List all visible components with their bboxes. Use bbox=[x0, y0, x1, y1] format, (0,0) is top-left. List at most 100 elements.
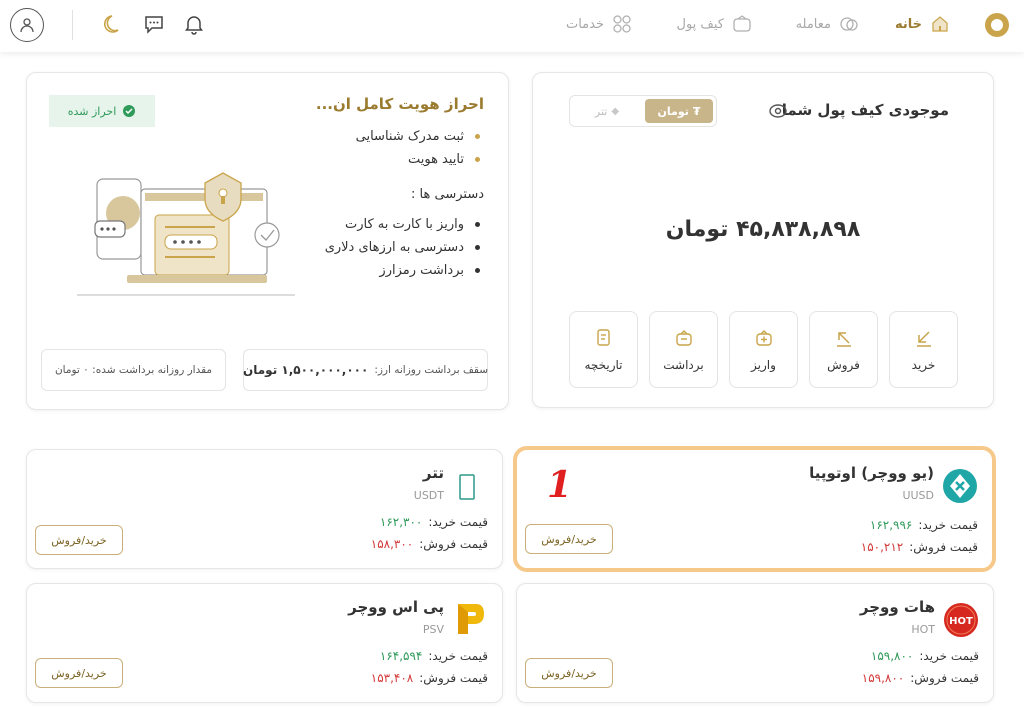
daily-limit-label: سقف برداشت روزانه ارز: bbox=[374, 364, 488, 376]
kyc-steps: ثبت مدرک شناسایی تایید هویت bbox=[356, 125, 481, 171]
buy-price: قیمت خرید: ۱۶۲,۳۰۰ bbox=[380, 515, 488, 529]
home-icon bbox=[932, 16, 948, 32]
tether-logo-icon bbox=[459, 474, 475, 500]
sell-price-label: قیمت فروش: bbox=[910, 671, 979, 685]
sell-label: فروش bbox=[827, 357, 860, 372]
trade-icon bbox=[840, 17, 858, 31]
chat-icon[interactable] bbox=[141, 11, 167, 37]
sell-arrow-icon bbox=[836, 331, 851, 347]
hot-logo-text: HOT bbox=[949, 616, 973, 627]
coin-card-usdt[interactable]: تتر USDT قیمت خرید: ۱۶۲,۳۰۰ قیمت فروش: ۱۵۸… bbox=[26, 449, 503, 569]
trade-button[interactable]: خرید/فروش bbox=[35, 525, 123, 555]
coin-card-uusd[interactable]: (یو ووچر) اوتوپیا UUSD 1 قیمت خرید: ۱۶۲,۹… bbox=[513, 446, 996, 572]
sell-price-value: ۱۵۸,۳۰۰ bbox=[370, 537, 414, 551]
toggle-toman[interactable]: ₮ تومان bbox=[645, 99, 713, 123]
nav-services-label: خدمات bbox=[565, 16, 604, 32]
trade-button[interactable]: خرید/فروش bbox=[525, 658, 613, 688]
access-item: دسترسی به ارزهای دلاری bbox=[325, 236, 481, 259]
nav-wallet-label: کیف پول bbox=[676, 16, 724, 32]
sell-price: قیمت فروش: ۱۵۰,۲۱۲ bbox=[861, 540, 978, 554]
trade-button[interactable]: خرید/فروش bbox=[525, 524, 613, 554]
kyc-card: احراز شده احراز هویت کامل ان... ثبت مدرک… bbox=[26, 72, 509, 410]
wallet-card: موجودی کیف پول شما ◆ تتر ₮ تومان ۴۵,۸۳۸,… bbox=[532, 72, 994, 408]
sell-button[interactable]: فروش bbox=[809, 311, 878, 388]
toggle-tether-label: تتر bbox=[594, 104, 608, 118]
bell-icon[interactable] bbox=[181, 11, 207, 37]
withdrawn-box: مقدار روزانه برداشت شده: ۰ تومان bbox=[41, 349, 226, 391]
sell-price: قیمت فروش: ۱۵۳,۴۰۸ bbox=[371, 671, 488, 685]
wallet-actions: تاریخچه برداشت واریز فروش خرید bbox=[569, 311, 958, 388]
annotation-marker: 1 bbox=[547, 464, 573, 506]
sell-price-value: ۱۵۹,۸۰۰ bbox=[861, 671, 905, 685]
user-avatar[interactable] bbox=[10, 8, 44, 42]
nav-trade-label: معامله bbox=[795, 16, 831, 32]
withdraw-label: برداشت bbox=[663, 357, 704, 372]
withdraw-icon bbox=[675, 329, 692, 346]
sell-price-label: قیمت فروش: bbox=[419, 537, 488, 551]
coin-symbol: UUSD bbox=[902, 489, 934, 502]
kyc-step: ثبت مدرک شناسایی bbox=[356, 125, 481, 148]
buy-price: قیمت خرید: ۱۶۴,۵۹۴ bbox=[380, 649, 488, 663]
kyc-illustration bbox=[77, 172, 295, 296]
buy-button[interactable]: خرید bbox=[889, 311, 958, 388]
coin-card-hot[interactable]: HOT هات ووچر HOT قیمت خرید: ۱۵۹,۸۰۰ قیمت … bbox=[516, 583, 994, 703]
buy-price-label: قیمت خرید: bbox=[428, 515, 488, 529]
verified-label: احراز شده bbox=[67, 104, 117, 118]
history-button[interactable]: تاریخچه bbox=[569, 311, 638, 388]
coin-card-psv[interactable]: پی اس ووچر PSV قیمت خرید: ۱۶۴,۵۹۴ قیمت فر… bbox=[26, 583, 503, 703]
history-label: تاریخچه bbox=[584, 357, 623, 372]
buy-price-label: قیمت خرید: bbox=[428, 649, 488, 663]
deposit-label: واریز bbox=[751, 357, 776, 372]
history-icon bbox=[596, 328, 610, 346]
nav-home[interactable]: خانه bbox=[895, 14, 950, 34]
user-icon bbox=[20, 18, 34, 33]
access-title: دسترسی ها : bbox=[411, 187, 484, 202]
toggle-tether[interactable]: ◆ تتر bbox=[573, 99, 641, 123]
sell-price-label: قیمت فروش: bbox=[909, 540, 978, 554]
sell-price: قیمت فروش: ۱۵۹,۸۰۰ bbox=[862, 671, 979, 685]
logo-icon[interactable] bbox=[985, 13, 1009, 37]
withdrawn-label: مقدار روزانه برداشت شده: ۰ تومان bbox=[54, 364, 213, 376]
nav-divider bbox=[72, 10, 73, 40]
trade-button[interactable]: خرید/فروش bbox=[35, 658, 123, 688]
access-list: واریز با کارت به کارت دسترسی به ارزهای د… bbox=[325, 213, 481, 282]
kyc-step: تایید هویت bbox=[356, 148, 481, 171]
sell-price-value: ۱۵۰,۲۱۲ bbox=[860, 540, 904, 554]
sell-price: قیمت فروش: ۱۵۸,۳۰۰ bbox=[371, 537, 488, 551]
grid-icon bbox=[613, 15, 631, 33]
wallet-icon bbox=[733, 15, 751, 32]
check-badge-icon bbox=[123, 105, 136, 117]
access-item: برداشت رمزارز bbox=[325, 259, 481, 282]
coin-name: تتر bbox=[422, 464, 444, 482]
currency-toggle[interactable]: ◆ تتر ₮ تومان bbox=[569, 95, 717, 127]
nav-trade[interactable]: معامله bbox=[796, 14, 859, 34]
buy-price-label: قیمت خرید: bbox=[918, 518, 978, 532]
coin-symbol: PSV bbox=[422, 623, 444, 636]
top-navbar: خانه معامله کیف پول خدمات bbox=[0, 0, 1024, 52]
eye-icon[interactable] bbox=[768, 103, 788, 119]
hot-logo-icon: HOT bbox=[944, 603, 978, 637]
buy-arrow-icon bbox=[916, 330, 931, 347]
access-item: واریز با کارت به کارت bbox=[325, 213, 481, 236]
coin-symbol: USDT bbox=[413, 489, 444, 502]
nav-home-label: خانه bbox=[894, 16, 922, 32]
coin-name: پی اس ووچر bbox=[348, 598, 444, 616]
deposit-button[interactable]: واریز bbox=[729, 311, 798, 388]
buy-price-value: ۱۶۲,۳۰۰ bbox=[379, 515, 423, 529]
withdraw-button[interactable]: برداشت bbox=[649, 311, 718, 388]
tether-icon: ◆ bbox=[611, 105, 620, 117]
moon-icon[interactable] bbox=[101, 11, 127, 37]
buy-price-value: ۱۶۴,۵۹۴ bbox=[379, 649, 423, 663]
buy-price-value: ۱۵۹,۸۰۰ bbox=[870, 649, 914, 663]
wallet-title: موجودی کیف پول شما bbox=[782, 101, 949, 119]
coin-name: (یو ووچر) اوتوپیا bbox=[809, 464, 934, 482]
coin-name: هات ووچر bbox=[859, 598, 935, 616]
buy-label: خرید bbox=[911, 357, 936, 372]
buy-price-label: قیمت خرید: bbox=[919, 649, 979, 663]
nav-services[interactable]: خدمات bbox=[566, 14, 632, 34]
psv-logo-icon bbox=[458, 604, 484, 634]
nav-wallet[interactable]: کیف پول bbox=[677, 14, 752, 34]
deposit-icon bbox=[755, 329, 772, 346]
buy-price: قیمت خرید: ۱۶۲,۹۹۶ bbox=[870, 518, 978, 532]
coin-symbol: HOT bbox=[911, 623, 935, 636]
